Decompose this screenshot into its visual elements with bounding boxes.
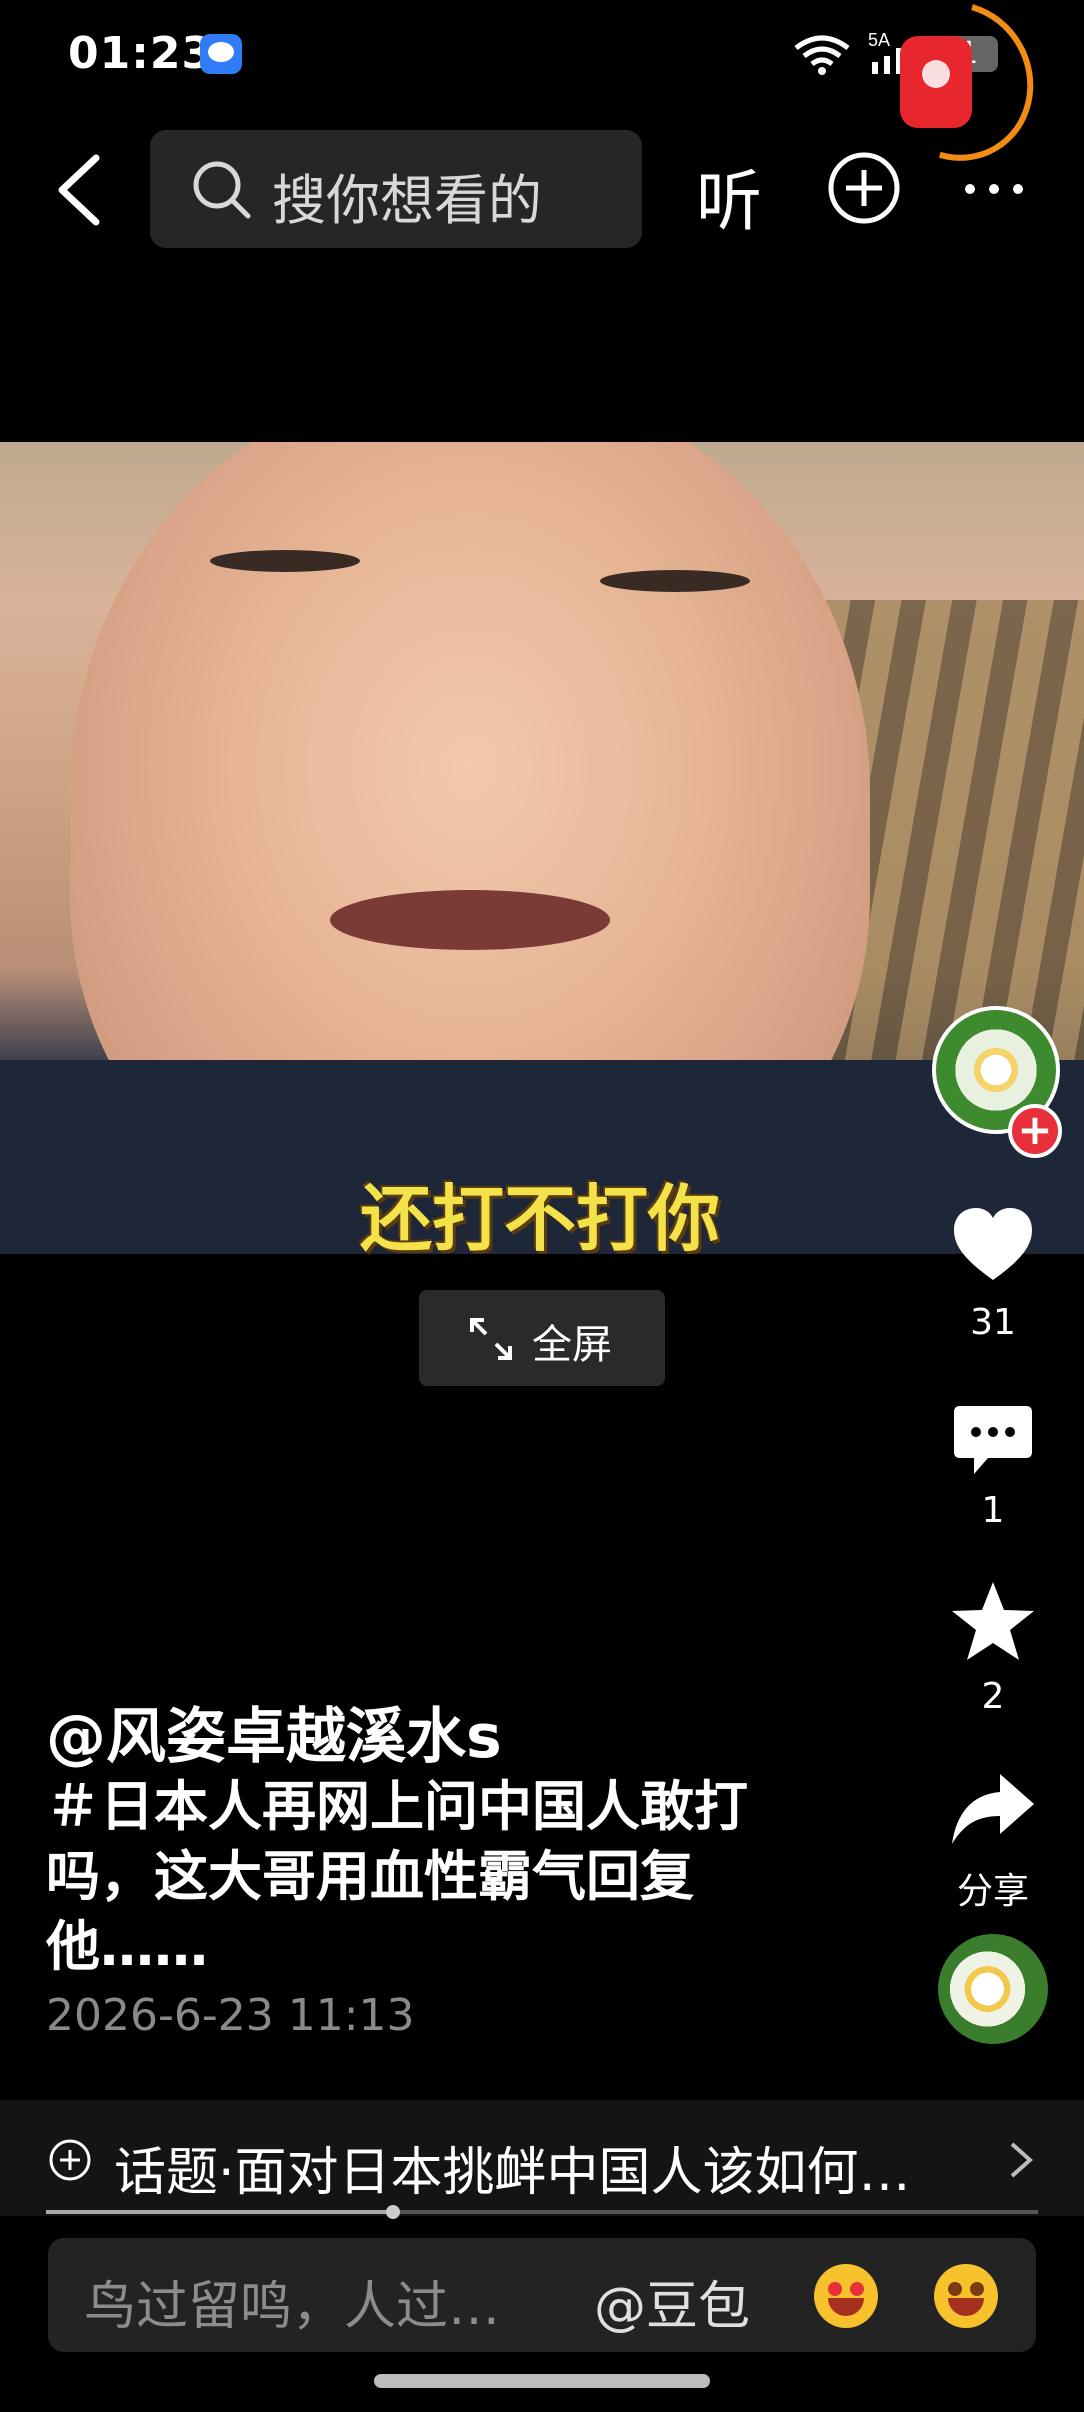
like-count: 31 [970, 1302, 1016, 1343]
favorite-count: 2 [981, 1676, 1005, 1717]
topic-text: 话题·面对日本挑衅中国人该如何… [114, 2143, 911, 2203]
home-indicator[interactable] [374, 2374, 710, 2388]
chevron-right-icon [1010, 2142, 1034, 2178]
music-disc-avatar[interactable] [938, 1934, 1048, 2044]
video-subtitle: 还打不打你 [359, 1177, 720, 1261]
more-icon[interactable] [962, 174, 1026, 204]
laughing-emoji-icon[interactable] [934, 2264, 998, 2328]
video-progress-handle[interactable] [386, 2205, 400, 2219]
post-description: ＃日本人再网上问中国人敢打吗，这大哥用血性霸气回复他…… [46, 1775, 748, 1978]
video-eye-right [600, 570, 750, 592]
message-app-icon [200, 34, 242, 74]
status-time: 01:23 [68, 28, 214, 79]
back-icon[interactable] [52, 150, 112, 230]
comment-count: 1 [981, 1490, 1005, 1531]
fullscreen-label: 全屏 [532, 1322, 612, 1368]
add-circle-icon[interactable] [826, 150, 902, 226]
topic-add-icon [49, 2139, 91, 2181]
share-label: 分享 [956, 1871, 1029, 1912]
video-progress-fill [46, 2210, 392, 2214]
heart-icon[interactable] [952, 1206, 1034, 1284]
star-eyes-emoji-icon[interactable] [814, 2264, 878, 2328]
mention-doubao-button[interactable]: @豆包 [594, 2264, 750, 2339]
comment-icon[interactable] [952, 1402, 1034, 1480]
author-name[interactable]: @风姿卓越溪水s [46, 1688, 502, 1775]
video-eye-left [210, 550, 360, 572]
comment-placeholder: 鸟过留鸣，人过… [84, 2277, 501, 2337]
video-mouth [330, 890, 610, 950]
share-icon[interactable] [950, 1770, 1036, 1848]
post-date: 2026-6-23 11:13 [46, 1990, 415, 2041]
search-placeholder: 搜你想看的 [272, 169, 542, 232]
listen-button[interactable]: 听 [696, 148, 762, 244]
expand-icon [470, 1318, 512, 1360]
wifi-icon [794, 35, 850, 75]
star-icon[interactable] [950, 1580, 1036, 1662]
search-icon [193, 161, 251, 219]
follow-button[interactable]: + [1008, 1104, 1062, 1158]
